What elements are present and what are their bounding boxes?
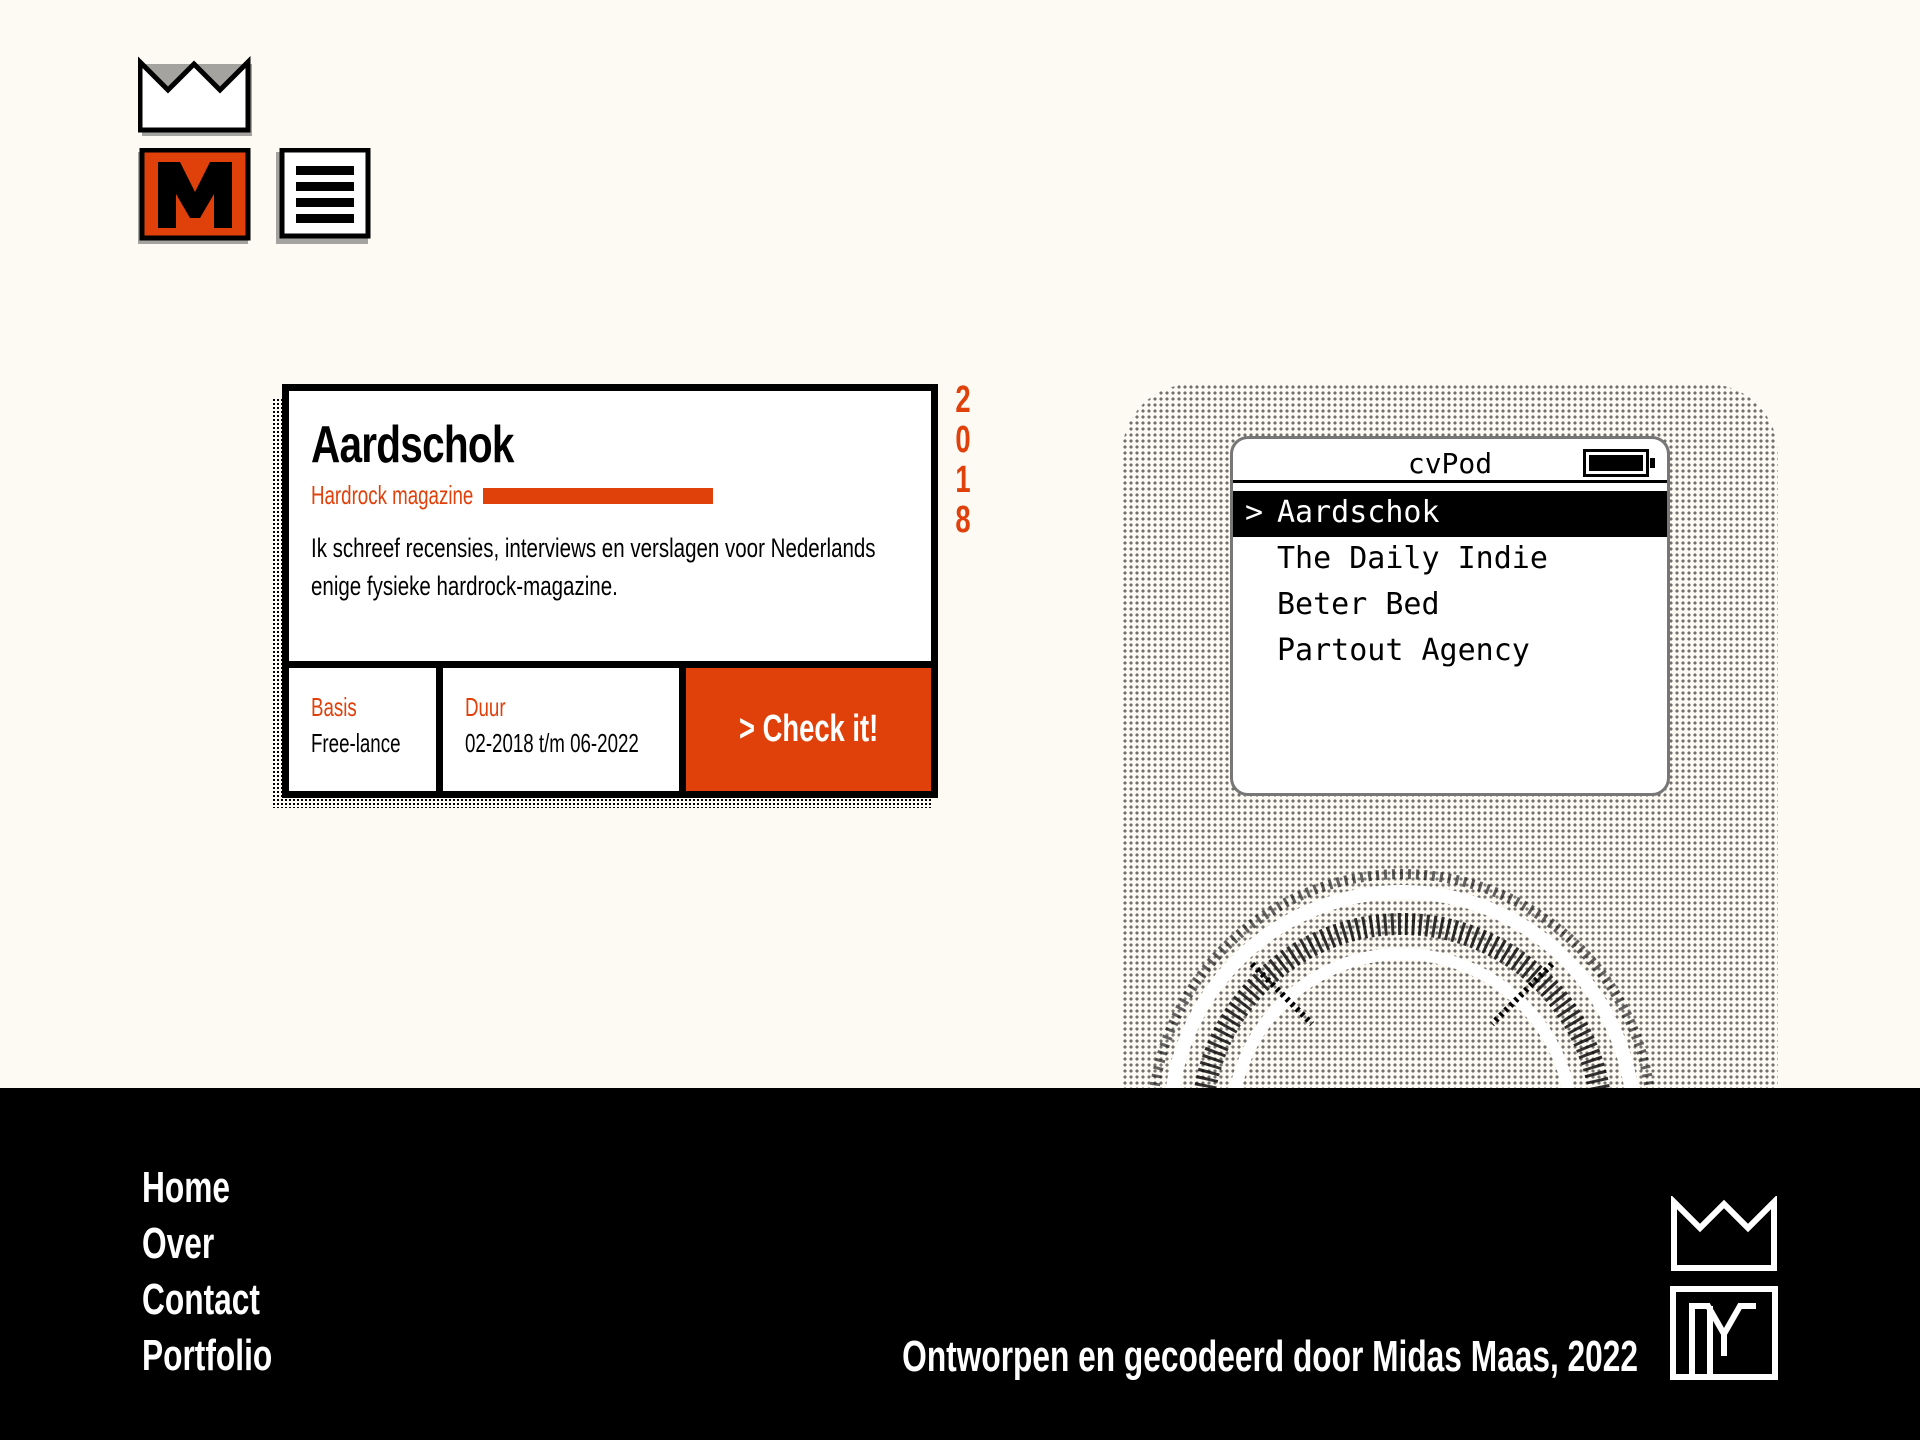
year-digit: 0 (955, 419, 971, 461)
cvpod-screen: cvPod > Aardschok The Daily Indie Beter … (1230, 436, 1670, 796)
hamburger-menu-icon[interactable] (276, 148, 372, 244)
cvpod-menu: > Aardschok The Daily Indie Beter Bed Pa… (1233, 483, 1667, 675)
check-it-label: > Check it! (738, 708, 879, 750)
card-year: 2 0 1 8 (948, 380, 978, 540)
footer-link-over[interactable]: Over (142, 1216, 272, 1272)
project-card: Aardschok Hardrock magazine Ik schreef r… (272, 380, 971, 820)
m-logo-icon[interactable] (138, 148, 252, 244)
battery-full-icon (1583, 449, 1655, 477)
site-footer: Home Over Contact Portfolio Ontworpen en… (0, 1088, 1920, 1440)
card-body: Aardschok Hardrock magazine Ik schreef r… (282, 384, 938, 798)
cvpod-device: cvPod > Aardschok The Daily Indie Beter … (1122, 384, 1778, 1379)
card-description: Ik schreef recensies, interviews en vers… (311, 533, 876, 602)
footer-link-contact[interactable]: Contact (142, 1272, 272, 1328)
cvpod-menu-item-label: Beter Bed (1277, 587, 1440, 622)
cvpod-menu-item-beter-bed[interactable]: Beter Bed (1233, 583, 1667, 629)
cvpod-menu-item-the-daily-indie[interactable]: The Daily Indie (1233, 537, 1667, 583)
crown-logo-icon[interactable] (138, 56, 252, 136)
card-subtitle: Hardrock magazine (311, 480, 474, 511)
footer-link-home[interactable]: Home (142, 1160, 272, 1216)
card-header: Aardschok Hardrock magazine Ik schreef r… (289, 391, 931, 661)
cvpod-screen-header: cvPod (1233, 439, 1667, 483)
card-title: Aardschok (311, 416, 514, 474)
cvpod-menu-item-partout-agency[interactable]: Partout Agency (1233, 629, 1667, 675)
card-subtitle-row: Hardrock magazine (311, 480, 909, 511)
footer-link-portfolio[interactable]: Portfolio (142, 1328, 272, 1384)
check-it-button[interactable]: > Check it! (686, 668, 931, 791)
duur-label: Duur (465, 692, 506, 722)
year-digit: 1 (955, 459, 971, 501)
duur-value: 02-2018 t/m 06-2022 (465, 728, 639, 758)
footer-m-logo-icon (1670, 1286, 1778, 1380)
cvpod-menu-item-label: Partout Agency (1277, 633, 1530, 668)
cvpod-menu-item-label: The Daily Indie (1277, 541, 1548, 576)
cvpod-menu-item-label: Aardschok (1277, 495, 1440, 530)
basis-cell: Basis Free-lance (289, 668, 443, 791)
year-digit: 2 (955, 379, 971, 421)
year-digit: 8 (955, 499, 971, 541)
duur-cell: Duur 02-2018 t/m 06-2022 (443, 668, 686, 791)
footer-credit: Ontworpen en gecodeerd door Midas Maas, … (902, 1332, 1638, 1381)
footer-nav: Home Over Contact Portfolio (142, 1160, 323, 1384)
basis-label: Basis (311, 692, 357, 722)
chevron-right-icon: > (1245, 495, 1264, 530)
footer-crown-logo-icon (1671, 1196, 1777, 1271)
card-info-row: Basis Free-lance Duur 02-2018 t/m 06-202… (289, 661, 931, 791)
cvpod-menu-item-aardschok[interactable]: > Aardschok (1233, 491, 1667, 537)
subtitle-accent-bar (483, 487, 713, 504)
basis-value: Free-lance (311, 728, 401, 758)
